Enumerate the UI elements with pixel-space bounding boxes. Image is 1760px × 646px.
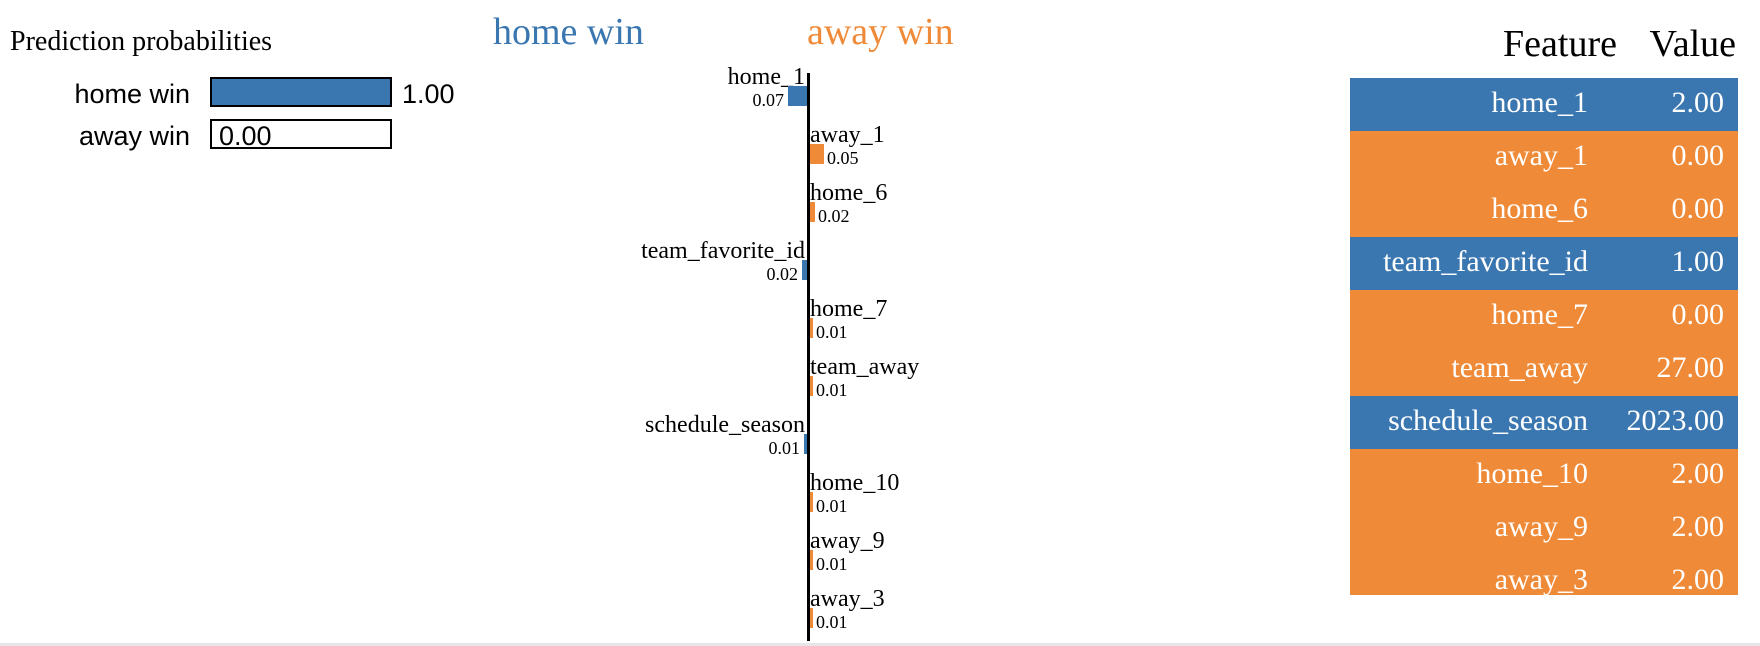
probability-label: home win (74, 79, 190, 109)
feature-weight-name: away_9 (810, 528, 885, 554)
feature-weight-bar (804, 434, 807, 454)
feature-weight-item: away_3 0.01 (520, 586, 1140, 644)
table-row: team_favorite_id 1.00 (1350, 237, 1738, 290)
table-value-cell: 2023.00 (1626, 404, 1725, 437)
probability-row: away win 0.00 (0, 117, 480, 153)
feature-weight-value: 0.02 (818, 206, 850, 226)
table-value-cell: 2.00 (1671, 86, 1725, 119)
feature-weight-item: away_9 0.01 (520, 528, 1140, 586)
table-feature-cell: away_9 (1494, 510, 1588, 543)
value-column-header: Value (1649, 23, 1736, 65)
feature-weight-value: 0.02 (766, 264, 799, 284)
feature-weight-item: schedule_season 0.01 (520, 412, 1140, 470)
feature-weight-item: team_favorite_id 0.02 (520, 238, 1140, 296)
table-feature-cell: home_10 (1476, 457, 1588, 490)
table-feature-cell: team_away (1451, 351, 1588, 384)
feature-weight-name: home_6 (810, 180, 888, 206)
table-row: away_3 2.00 (1350, 555, 1738, 596)
table-feature-cell: home_7 (1491, 298, 1588, 331)
feature-weight-name: schedule_season (645, 412, 805, 438)
feature-weight-item: away_1 0.05 (520, 122, 1140, 180)
away-win-class-title: away win (807, 11, 954, 53)
probability-label: away win (78, 121, 190, 151)
home-win-class-title: home win (493, 11, 644, 53)
feature-weight-bar (810, 376, 813, 396)
table-feature-cell: home_1 (1491, 86, 1588, 119)
feature-weight-name: team_favorite_id (641, 238, 805, 264)
table-feature-cell: team_favorite_id (1383, 245, 1588, 278)
table-row: schedule_season 2023.00 (1350, 396, 1738, 449)
table-feature-cell: home_6 (1491, 192, 1588, 225)
table-value-cell: 1.00 (1671, 245, 1725, 278)
feature-weight-bar (810, 492, 813, 512)
table-feature-cell: schedule_season (1388, 404, 1588, 437)
table-row: home_1 2.00 (1350, 78, 1738, 131)
feature-weight-value: 0.01 (816, 380, 848, 400)
feature-weight-value: 0.01 (816, 554, 848, 574)
feature-weight-name: team_away (810, 354, 920, 380)
feature-value-table: Feature Value home_1 2.00 away_1 0.00 home_6… (1350, 0, 1750, 600)
table-header: Feature Value (1350, 22, 1750, 72)
feature-weight-bar (802, 260, 807, 280)
table-value-cell: 0.00 (1671, 139, 1725, 172)
table-value-cell: 0.00 (1671, 192, 1725, 225)
feature-weight-value: 0.01 (816, 496, 848, 516)
probability-bar-fill (212, 79, 390, 105)
table-value-cell: 0.00 (1671, 298, 1725, 331)
feature-weight-bar (788, 86, 807, 106)
table-row: home_10 2.00 (1350, 449, 1738, 502)
table-row: team_away 27.00 (1350, 343, 1738, 396)
feature-weight-bar (810, 318, 813, 338)
feature-weight-item: home_6 0.02 (520, 180, 1140, 238)
feature-weight-bar (810, 550, 813, 570)
feature-weight-name: home_10 (810, 470, 900, 496)
feature-column-header: Feature (1503, 23, 1617, 65)
feature-weight-bar (810, 202, 815, 222)
table-feature-cell: away_3 (1494, 563, 1588, 596)
feature-weight-value: 0.01 (816, 322, 848, 342)
feature-weight-value: 0.01 (768, 438, 801, 458)
feature-weight-item: home_7 0.01 (520, 296, 1140, 354)
table-value-cell: 2.00 (1671, 563, 1725, 596)
feature-weight-value: 0.05 (827, 148, 859, 168)
probability-bar-frame (210, 77, 392, 107)
probability-value: 1.00 (402, 79, 455, 109)
table-row: away_1 0.00 (1350, 131, 1738, 184)
prediction-probabilities-panel: Prediction probabilities home win 1.00 awa… (0, 0, 480, 200)
table-feature-cell: away_1 (1494, 139, 1588, 172)
feature-weight-item: team_away 0.01 (520, 354, 1140, 412)
feature-weight-bar (810, 144, 824, 164)
table-value-cell: 27.00 (1656, 351, 1725, 384)
probability-value: 0.00 (219, 121, 272, 151)
feature-weight-value: 0.07 (752, 90, 785, 110)
table-value-cell: 2.00 (1671, 510, 1725, 543)
feature-weight-item: home_1 0.07 (520, 64, 1140, 122)
probability-row: home win 1.00 (0, 75, 480, 111)
feature-weight-value: 0.01 (816, 612, 848, 632)
prediction-probabilities-title: Prediction probabilities (10, 26, 273, 57)
table-row: away_9 2.00 (1350, 502, 1738, 555)
table-row: home_6 0.00 (1350, 184, 1738, 237)
feature-weight-name: home_7 (810, 296, 888, 322)
feature-weight-bar (810, 608, 813, 628)
feature-weights-panel: home win away win home_1 0.07 away_1 0.05 ho… (493, 0, 1140, 646)
feature-weight-name: away_3 (810, 586, 885, 612)
table-row: home_7 0.00 (1350, 290, 1738, 343)
table-value-cell: 2.00 (1671, 457, 1725, 490)
feature-weight-item: home_10 0.01 (520, 470, 1140, 528)
